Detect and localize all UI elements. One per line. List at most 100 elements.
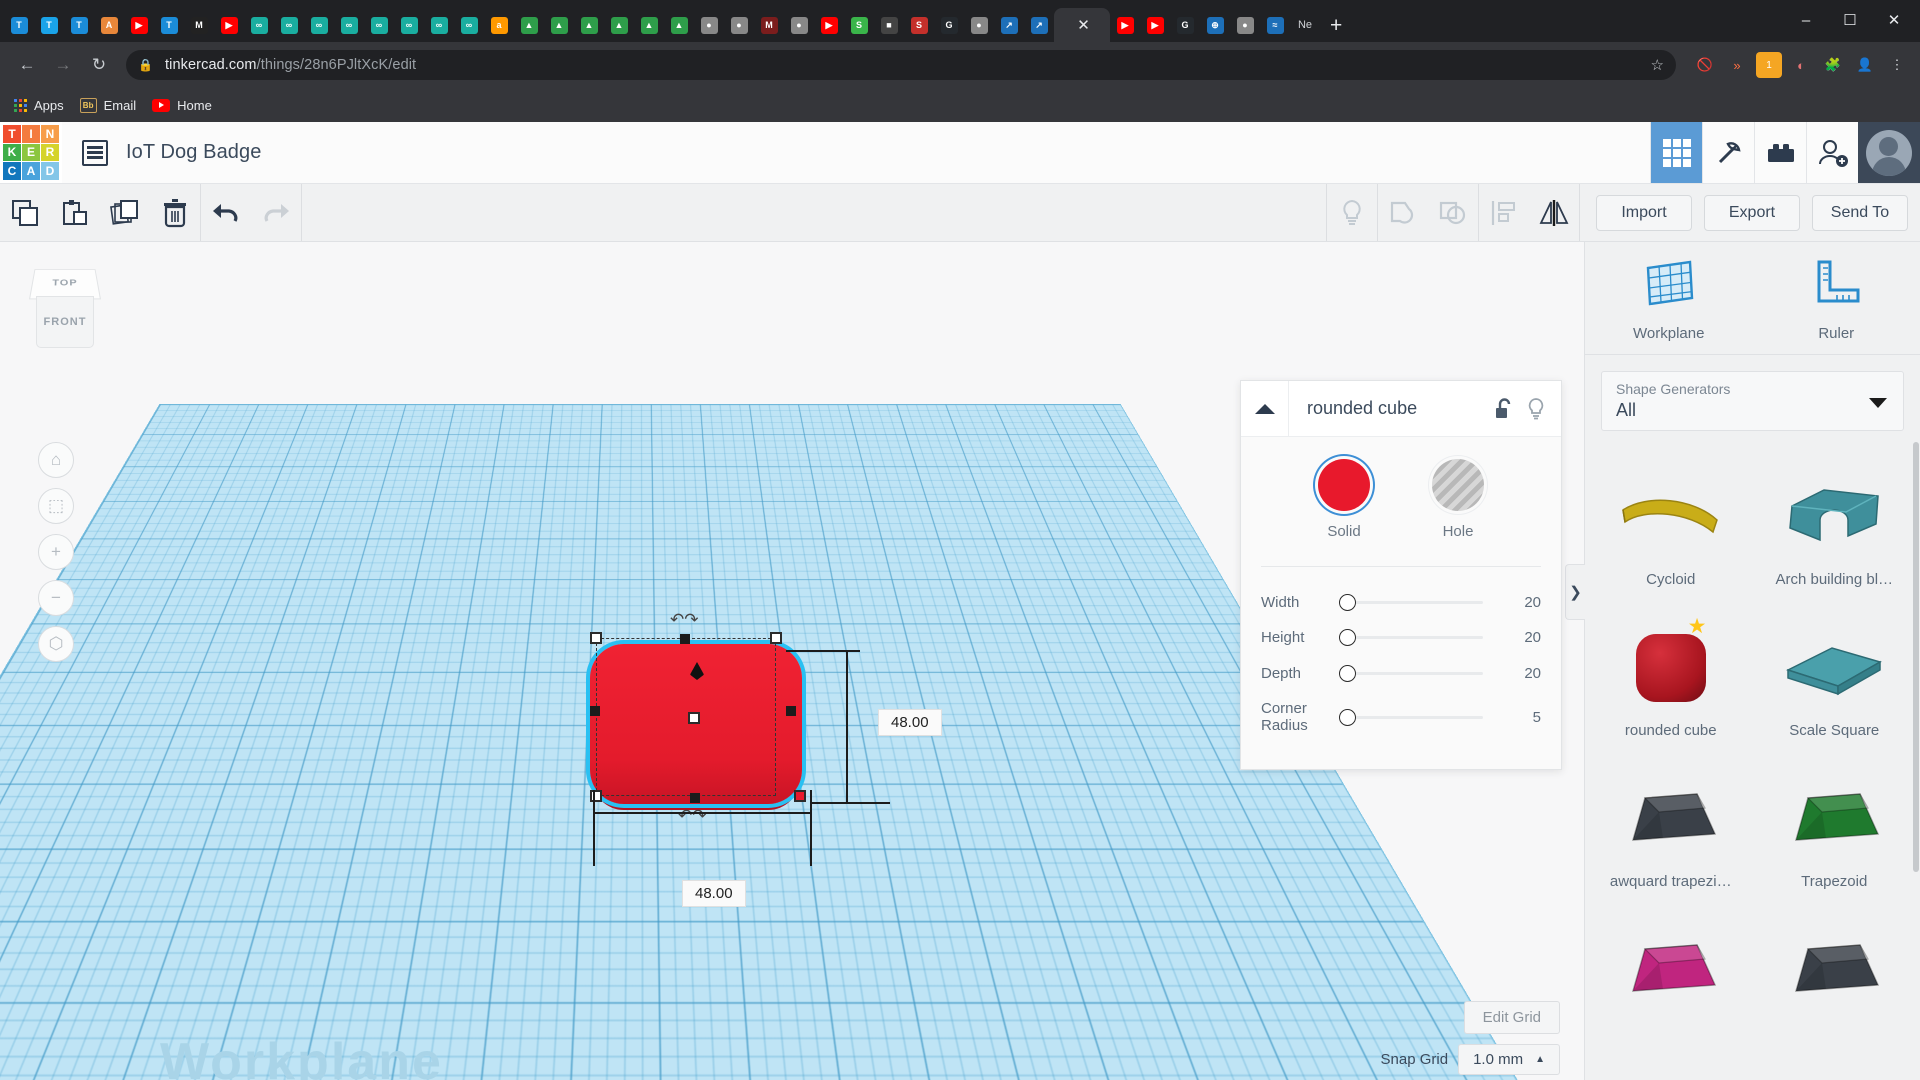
shape-gallery-item[interactable]: Scale Square [1753,606,1917,757]
browser-tab[interactable]: ▲ [514,8,544,42]
browser-tab[interactable]: ▶ [1110,8,1140,42]
slider-track[interactable] [1345,636,1483,639]
browser-tab[interactable]: ● [1230,8,1260,42]
import-button[interactable]: Import [1596,195,1692,231]
resize-handle-bottom-left[interactable] [590,790,602,802]
visibility-lightbulb-icon[interactable] [1523,397,1561,421]
browser-tab[interactable]: ∞ [334,8,364,42]
browser-tab[interactable]: ⊕ [1200,8,1230,42]
browser-tab[interactable]: ∞ [394,8,424,42]
browser-tab[interactable]: M [184,8,214,42]
palette-icon[interactable]: ◐ [1788,52,1814,78]
dimension-value-bottom[interactable]: 48.00 [682,880,746,907]
zoom-in-icon[interactable]: + [38,534,74,570]
address-bar[interactable]: 🔒 tinkercad.com /things/28n6PJltXcK/edit… [126,50,1676,80]
resize-handle-top-mid[interactable] [680,634,690,644]
browser-tab[interactable]: A [94,8,124,42]
resize-handle-bottom-mid[interactable] [690,793,700,803]
browser-tab[interactable]: T [154,8,184,42]
browser-tab[interactable]: ▲ [544,8,574,42]
browser-tab[interactable]: ● [724,8,754,42]
browser-tab[interactable]: ∞ [304,8,334,42]
profile-icon[interactable]: 👤 [1852,52,1878,78]
back-button[interactable]: ← [10,48,44,82]
browser-tab[interactable]: ∞ [274,8,304,42]
rotate-handle-top[interactable]: ↶↷ [670,610,699,630]
shield-block-icon[interactable]: 🚫 [1692,52,1718,78]
resize-handle-bottom-right[interactable] [794,790,806,802]
browser-tab[interactable]: a [484,8,514,42]
solid-swatch[interactable]: Solid [1318,459,1370,540]
mirror-icon[interactable] [1529,184,1579,241]
browser-tab[interactable]: ▶ [1140,8,1170,42]
tinkercad-logo[interactable]: TINKERCAD [0,122,62,183]
browser-tab[interactable]: S [904,8,934,42]
solid-color-circle[interactable] [1318,459,1370,511]
slider-track[interactable] [1345,716,1483,719]
browser-tab[interactable]: ∞ [364,8,394,42]
browser-tab[interactable]: ▶ [124,8,154,42]
maximize-button[interactable]: ☐ [1828,4,1872,36]
browser-tab[interactable]: ■ [874,8,904,42]
lego-brick-icon[interactable] [1754,122,1806,183]
browser-tab[interactable]: ▲ [664,8,694,42]
browser-tab[interactable]: ● [784,8,814,42]
slider-knob[interactable] [1339,594,1356,611]
shape-gallery-item[interactable]: ★rounded cube [1589,606,1753,757]
resize-handle-top-right[interactable] [770,632,782,644]
reload-button[interactable]: ↻ [82,48,116,82]
shape-gallery-item[interactable] [1589,908,1753,1042]
bookmark-email[interactable]: Bb Email [80,98,137,113]
slider-track[interactable] [1345,601,1483,604]
resize-handle-top-left[interactable] [590,632,602,644]
slider-track[interactable] [1345,672,1483,675]
edit-grid-button[interactable]: Edit Grid [1464,1001,1560,1034]
tab-close-icon[interactable]: ✕ [1077,16,1090,34]
rotate-handle-bottom[interactable]: ↶↷ [678,806,707,826]
unlocked-padlock-icon[interactable] [1485,398,1523,420]
snap-grid-select[interactable]: 1.0 mm ▲ [1458,1044,1560,1075]
ungroup-icon[interactable] [1428,184,1478,241]
workplane-tool[interactable]: Workplane [1585,242,1753,354]
shape-gallery-item[interactable] [1753,908,1917,1042]
browser-tab[interactable]: ▲ [604,8,634,42]
slider-knob[interactable] [1339,709,1356,726]
collapse-caret-icon[interactable] [1241,381,1289,436]
browser-tab[interactable]: T [34,8,64,42]
shape-generators-select[interactable]: Shape Generators All [1601,371,1904,431]
favorite-star-icon[interactable]: ★ [1688,614,1707,639]
lightbulb-icon[interactable] [1327,184,1377,241]
browser-tab[interactable]: ● [964,8,994,42]
hole-swatch[interactable]: Hole [1432,459,1484,540]
shape-gallery-item[interactable]: Trapezoid [1753,757,1917,908]
slider-value[interactable]: 20 [1501,629,1541,646]
slider-value[interactable]: 20 [1501,665,1541,682]
export-button[interactable]: Export [1704,195,1800,231]
send-to-button[interactable]: Send To [1812,195,1908,231]
forward-button[interactable]: → [46,48,80,82]
browser-tab[interactable]: T [64,8,94,42]
zoom-out-icon[interactable]: − [38,580,74,616]
browser-tab[interactable]: ▲ [574,8,604,42]
browser-tab[interactable]: Ne [1290,8,1320,42]
browser-tab[interactable]: ∞ [424,8,454,42]
bookmark-apps[interactable]: Apps [14,98,64,113]
hole-pattern-circle[interactable] [1432,459,1484,511]
home-view-icon[interactable]: ⌂ [38,442,74,478]
browser-tab[interactable]: ≈ [1260,8,1290,42]
delete-trash-icon[interactable] [150,184,200,241]
browser-tab[interactable]: ● [694,8,724,42]
page-title[interactable]: IoT Dog Badge [126,141,261,164]
view-cube-front[interactable]: FRONT [36,296,94,348]
minimize-button[interactable]: – [1784,4,1828,36]
pickaxe-icon[interactable] [1702,122,1754,183]
browser-tab[interactable]: ↗ [1024,8,1054,42]
new-tab-button[interactable]: + [1320,14,1352,42]
selected-shape[interactable]: ↶↷ ↶↷ [590,644,802,804]
ruler-tool[interactable]: Ruler [1753,242,1920,354]
slider-knob[interactable] [1339,629,1356,646]
notes-badge-icon[interactable]: 1 [1756,52,1782,78]
browser-tab[interactable]: G [1170,8,1200,42]
fit-to-view-icon[interactable]: ⬚ [38,488,74,524]
browser-tab[interactable]: ▶ [214,8,244,42]
